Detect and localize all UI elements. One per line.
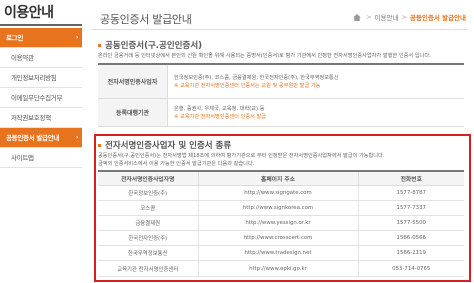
ca-url-link[interactable]: http://www.signkorea.com <box>198 200 359 216</box>
info-table: 전자서명인증사업자 한국정보인증(주), 코스콤, 금융결제원, 한국전자인증(… <box>98 63 464 127</box>
ca-name: 금융결제원 <box>98 215 199 232</box>
table-row: 교육기관 전자서명인증센터 http://www.epki.go.kr 053-… <box>98 260 464 277</box>
sidebar-item-label: 사이트맵 <box>11 154 34 162</box>
home-icon[interactable] <box>353 13 361 21</box>
ca-url-link[interactable]: http://www.yessign.or.kr <box>198 215 359 232</box>
ca-name: 한국전자인증(주) <box>98 230 199 247</box>
sidebar-title: 이용안내 <box>0 0 82 26</box>
sidebar-item-terms[interactable]: 이용약관 <box>0 48 82 68</box>
ca-url-link[interactable]: http://www.epki.go.kr <box>198 260 359 277</box>
sidebar-item-privacy[interactable]: 개인정보처리방침 <box>0 68 82 88</box>
table-row: 한국정보인증(주) http://www.signgate.com 1577-8… <box>98 185 464 201</box>
ca-url-link[interactable]: http://www.tradesign.net <box>198 245 359 262</box>
breadcrumb: > 이용안내 > 공동인증서 발급안내 <box>353 12 466 22</box>
bullet-icon <box>98 144 101 147</box>
sidebar-menu: 로그인 › 이용약관 개인정보처리방침 이메일무단수집거부 저작권보호정책 공동… <box>0 28 82 168</box>
sidebar-item-certificate[interactable]: 공동인증서 발급안내 › <box>0 128 82 148</box>
ca-name: 한국정보인증(주) <box>98 185 199 201</box>
ca-phone: 1577-5500 <box>358 215 464 232</box>
table-row: 전자서명인증사업자 한국정보인증(주), 코스콤, 금융결제원, 한국전자인증(… <box>98 65 464 99</box>
ca-phone: 1577-8787 <box>358 185 464 201</box>
sidebar-item-label: 저작권보호정책 <box>11 114 51 122</box>
sidebar-item-label: 이용약관 <box>11 54 34 62</box>
sidebar: 이용안내 로그인 › 이용약관 개인정보처리방침 이메일무단수집거부 저작권보호… <box>0 0 82 283</box>
chevron-right-icon: › <box>75 134 79 141</box>
sidebar-item-login[interactable]: 로그인 › <box>0 28 82 48</box>
info-note: ※ 교육기관 전자서명인증센터 인증서 발급 <box>174 114 267 120</box>
ca-name: 코스콤 <box>98 200 199 216</box>
breadcrumb-item[interactable]: 이용안내 <box>375 12 399 22</box>
column-header-url: 홈페이지 주소 <box>198 171 359 186</box>
chevron-right-icon: › <box>75 34 79 41</box>
sidebar-item-copyright[interactable]: 저작권보호정책 <box>0 108 82 128</box>
section-title: 공동인증서(구.공인인증서) <box>98 39 202 51</box>
ca-phone: 1566-0566 <box>358 230 464 247</box>
ca-phone: 1577-7337 <box>358 200 464 216</box>
sidebar-item-label: 공동인증서 발급안내 <box>6 134 60 142</box>
table-header-row: 전자서명인증사업자명 홈페이지 주소 전화번호 <box>98 171 464 186</box>
ca-table: 전자서명인증사업자명 홈페이지 주소 전화번호 한국정보인증(주) http:/… <box>98 170 464 277</box>
ca-phone: 1566-2119 <box>358 245 464 262</box>
table-row: 코스콤 http://www.signkorea.com 1577-7337 <box>98 200 464 216</box>
info-text: 은행, 증권사, 우체국, 교육청, 대학(교) 등 <box>174 106 265 112</box>
table-header-cell: 등록대행기관 <box>98 99 168 126</box>
breadcrumb-separator: > <box>366 13 372 21</box>
breadcrumb-current: 공동인증서 발급안내 <box>409 14 466 22</box>
table-row: 금융결제원 http://www.yessign.or.kr 1577-5500 <box>98 215 464 232</box>
sidebar-item-label: 로그인 <box>6 34 24 42</box>
ca-url-link[interactable]: http://www.crosscert.com <box>198 230 359 247</box>
section-description: 온라인 금융거래 등 인터넷상에서 본인의 신원 확인을 위해 사용되는 증명서… <box>98 53 431 59</box>
header-divider <box>91 29 468 30</box>
bullet-icon <box>98 44 101 47</box>
ca-phone: 053-714-0765 <box>358 260 464 277</box>
info-note: ※ 교육기관 전자서명인증센터 인증서는 교원 및 공무원만 발급 가능 <box>174 83 321 89</box>
sidebar-item-email-refusal[interactable]: 이메일무단수집거부 <box>0 88 82 108</box>
ca-url-link[interactable]: http://www.signgate.com <box>198 185 359 201</box>
table-cell: 한국정보인증(주), 코스콤, 금융결제원, 한국전자인증(주), 한국무역정보… <box>168 65 464 98</box>
ca-name: 한국무역정보통신 <box>98 245 199 262</box>
table-header-cell: 전자서명인증사업자 <box>98 65 168 98</box>
sidebar-item-sitemap[interactable]: 사이트맵 <box>0 148 82 168</box>
column-header-phone: 전화번호 <box>358 171 464 186</box>
table-row: 한국전자인증(주) http://www.crosscert.com 1566-… <box>98 230 464 247</box>
breadcrumb-separator: > <box>401 13 407 21</box>
column-header-name: 전자서명인증사업자명 <box>98 171 199 186</box>
table-cell: 은행, 증권사, 우체국, 교육청, 대학(교) 등 ※ 교육기관 전자서명인증… <box>168 99 464 126</box>
sidebar-item-label: 개인정보처리방침 <box>11 74 57 82</box>
sidebar-item-label: 이메일무단수집거부 <box>11 94 63 102</box>
table-row: 등록대행기관 은행, 증권사, 우체국, 교육청, 대학(교) 등 ※ 교육기관… <box>98 99 464 127</box>
section-title: 전자서명인증사업자 및 인증서 종류 <box>98 139 231 151</box>
page-title: 공동인증서 발급안내 <box>100 13 192 26</box>
ca-name: 교육기관 전자서명인증센터 <box>98 260 199 277</box>
table-row: 한국무역정보통신 http://www.tradesign.net 1566-2… <box>98 245 464 262</box>
info-text: 한국정보인증(주), 코스콤, 금융결제원, 한국전자인증(주), 한국무역정보… <box>174 75 339 81</box>
section-description: 공동인증서(구.공인인증서)는 전자서명법 제18조에 의하여 평가기관으로 부… <box>98 153 385 167</box>
